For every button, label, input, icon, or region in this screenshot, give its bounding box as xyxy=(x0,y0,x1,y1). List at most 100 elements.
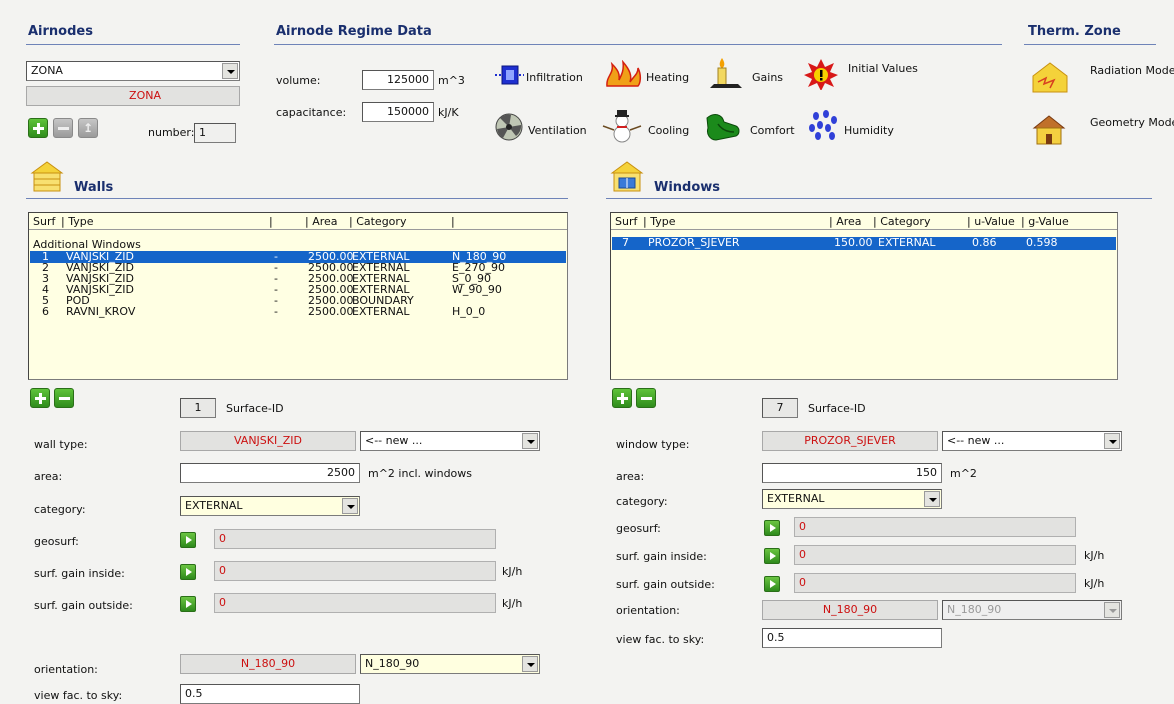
snowman-icon[interactable] xyxy=(600,108,644,144)
window-cell-category: EXTERNAL xyxy=(878,236,936,249)
window-view-fac-field[interactable]: 0.5 xyxy=(762,628,942,648)
fan-icon[interactable] xyxy=(494,112,524,142)
initial-values-button[interactable]: Initial Values xyxy=(848,63,918,75)
infiltration-button[interactable]: Infiltration xyxy=(526,71,583,84)
walls-divider xyxy=(26,198,568,199)
wall-gain-outside-play-icon[interactable] xyxy=(180,596,196,612)
zone-name-display: ZONA xyxy=(26,86,240,106)
wall-type-display: VANJSKI_ZID xyxy=(180,431,356,451)
remove-airnode-button[interactable] xyxy=(53,118,73,138)
chevron-down-icon[interactable] xyxy=(222,63,238,79)
wall-area-unit: m^2 incl. windows xyxy=(368,467,473,480)
regime-divider xyxy=(274,44,1002,45)
wall-category-select[interactable]: EXTERNAL xyxy=(180,496,360,516)
comfort-button[interactable]: Comfort xyxy=(750,124,795,137)
comfort-icon[interactable] xyxy=(704,110,744,144)
wall-type-select[interactable]: <-- new ... xyxy=(360,431,540,451)
windows-col-area: | Area xyxy=(829,215,862,228)
window-cell-g: 0.598 xyxy=(1026,236,1058,249)
copy-airnode-button[interactable]: ↥ xyxy=(78,118,98,138)
wall-orientation-select[interactable]: N_180_90 xyxy=(360,654,540,674)
windows-list-header: Surf | Type | Area | Category | u-Value … xyxy=(611,213,1117,230)
wall-cell-type: RAVNI_KROV xyxy=(66,305,136,318)
wall-gain-inside-label: surf. gain inside: xyxy=(34,567,125,580)
windows-col-type: | Type xyxy=(643,215,676,228)
radiation-modes-icon[interactable] xyxy=(1030,60,1070,94)
window-category-select[interactable]: EXTERNAL xyxy=(762,489,942,509)
window-table-row[interactable]: 7 PROZOR_SJEVER 150.00 EXTERNAL 0.86 0.598 xyxy=(612,236,1116,250)
chevron-down-icon[interactable] xyxy=(1104,602,1120,618)
zone-select[interactable]: ZONA xyxy=(26,61,240,81)
infiltration-icon[interactable] xyxy=(494,62,524,88)
window-type-select[interactable]: <-- new ... xyxy=(942,431,1122,451)
chevron-down-icon[interactable] xyxy=(1104,433,1120,449)
wall-surface-id-label: Surface-ID xyxy=(226,402,284,415)
wall-type-select-value: <-- new ... xyxy=(365,434,423,447)
wall-view-fac-field[interactable]: 0.5 xyxy=(180,684,360,704)
capacitance-unit: kJ/K xyxy=(438,106,459,119)
wall-category-value: EXTERNAL xyxy=(185,499,243,512)
house-icon[interactable] xyxy=(1030,114,1068,146)
candle-icon[interactable] xyxy=(706,56,746,90)
heating-button[interactable]: Heating xyxy=(646,71,689,84)
chevron-down-icon[interactable] xyxy=(522,433,538,449)
radiation-modes-button[interactable]: Radiation Modes xyxy=(1090,64,1174,77)
window-gain-inside-label: surf. gain inside: xyxy=(616,550,707,563)
wall-orientation-display: N_180_90 xyxy=(180,654,356,674)
ventilation-button[interactable]: Ventilation xyxy=(528,124,587,137)
volume-field[interactable]: 125000 xyxy=(362,70,434,90)
wall-geosurf-label: geosurf: xyxy=(34,535,79,548)
volume-label: volume: xyxy=(276,74,321,87)
windows-list[interactable]: Surf | Type | Area | Category | u-Value … xyxy=(610,212,1118,380)
cooling-button[interactable]: Cooling xyxy=(648,124,689,137)
window-geosurf-play-icon[interactable] xyxy=(764,520,780,536)
window-orientation-label: orientation: xyxy=(616,604,680,617)
window-cell-u: 0.86 xyxy=(972,236,997,249)
window-gain-outside-play-icon[interactable] xyxy=(764,576,780,592)
capacitance-field[interactable]: 150000 xyxy=(362,102,434,122)
window-surface-id-label: Surface-ID xyxy=(808,402,866,415)
volume-unit: m^3 xyxy=(438,74,465,87)
window-area-field[interactable]: 150 xyxy=(762,463,942,483)
window-cell-area: 150.00 xyxy=(834,236,873,249)
gains-button[interactable]: Gains xyxy=(752,71,783,84)
number-field[interactable]: 1 xyxy=(194,123,236,143)
windows-col-surf: Surf xyxy=(615,215,638,228)
windows-col-g: | g-Value xyxy=(1021,215,1069,228)
initial-values-icon[interactable] xyxy=(804,58,838,90)
wall-geosurf-play-icon[interactable] xyxy=(180,532,196,548)
wall-table-row[interactable]: 6 RAVNI_KROV - 2500.00 EXTERNAL H_0_0 xyxy=(30,305,566,318)
therm-zone-title: Therm. Zone xyxy=(1028,24,1121,39)
walls-col-surf: Surf xyxy=(33,215,56,228)
chevron-down-icon[interactable] xyxy=(342,498,358,514)
window-geosurf-label: geosurf: xyxy=(616,522,661,535)
window-orientation-select[interactable]: N_180_90 xyxy=(942,600,1122,620)
window-gain-inside-unit: kJ/h xyxy=(1084,549,1105,562)
add-window-button[interactable] xyxy=(612,388,632,408)
walls-list-header: Surf | Type | | Area | Category | xyxy=(29,213,567,230)
humidity-icon[interactable] xyxy=(806,110,840,142)
wall-area-field[interactable]: 2500 xyxy=(180,463,360,483)
walls-col-type: | Type xyxy=(61,215,94,228)
remove-wall-button[interactable] xyxy=(54,388,74,408)
capacitance-label: capacitance: xyxy=(276,106,347,119)
window-type-select-value: <-- new ... xyxy=(947,434,1005,447)
humidity-button[interactable]: Humidity xyxy=(844,124,894,137)
window-category-value: EXTERNAL xyxy=(767,492,825,505)
walls-list[interactable]: Surf | Type | | Area | Category | Additi… xyxy=(28,212,568,380)
chevron-down-icon[interactable] xyxy=(924,491,940,507)
chevron-down-icon[interactable] xyxy=(522,656,538,672)
window-gain-inside-play-icon[interactable] xyxy=(764,548,780,564)
wall-gain-outside-label: surf. gain outside: xyxy=(34,599,133,612)
remove-window-button[interactable] xyxy=(636,388,656,408)
wall-gain-inside-play-icon[interactable] xyxy=(180,564,196,580)
window-surface-id: 7 xyxy=(762,398,798,418)
geometry-modes-button[interactable]: Geometry Modes xyxy=(1090,116,1174,129)
airnodes-title: Airnodes xyxy=(28,24,93,39)
fire-icon[interactable] xyxy=(604,60,642,88)
window-area-label: area: xyxy=(616,470,645,483)
window-gain-outside-unit: kJ/h xyxy=(1084,577,1105,590)
add-wall-button[interactable] xyxy=(30,388,50,408)
add-airnode-button[interactable] xyxy=(28,118,48,138)
windows-divider xyxy=(606,198,1152,199)
